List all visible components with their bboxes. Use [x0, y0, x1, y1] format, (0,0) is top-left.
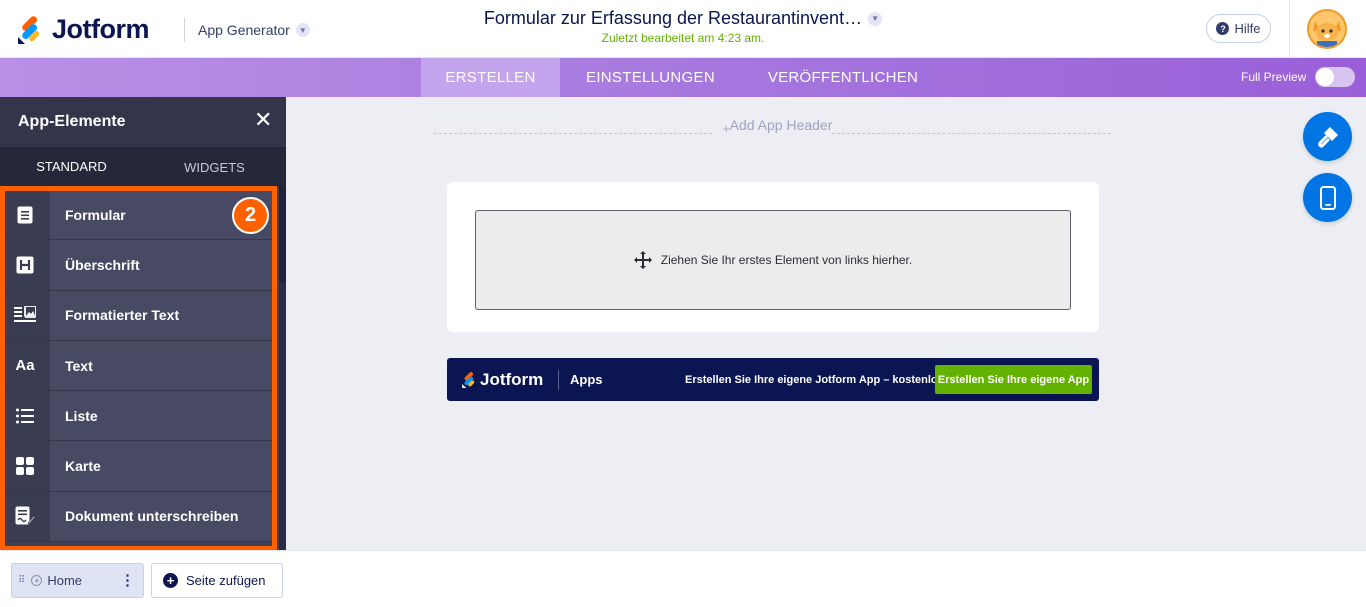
add-page-button[interactable]: + Seite zufügen: [151, 563, 283, 598]
promo-text: Erstellen Sie Ihre eigene Jotform App – …: [685, 374, 944, 386]
add-app-header-button[interactable]: Add App Header: [726, 117, 836, 133]
app-title-text: Formular zur Erfassung der Restaurantinv…: [483, 8, 863, 28]
element-karte[interactable]: Karte: [0, 441, 272, 492]
element-liste[interactable]: Liste: [0, 391, 272, 442]
tab-standard[interactable]: STANDARD: [0, 147, 143, 187]
title-block: Formular zur Erfassung der Restaurantinv…: [0, 8, 1366, 45]
element-list: Formular Überschrift Formatierter Text A…: [0, 190, 272, 543]
promo-section: Apps: [570, 372, 603, 387]
tab-erstellen[interactable]: ERSTELLEN: [421, 58, 560, 97]
tab-label: VERÖFFENTLICHEN: [767, 69, 919, 86]
element-label: Text: [65, 357, 93, 374]
element-ueberschrift[interactable]: Überschrift: [0, 240, 272, 291]
paint-roller-icon: [1317, 126, 1338, 147]
phone-icon: [1319, 185, 1336, 210]
panel-scrollbar-thumb[interactable]: [279, 187, 286, 282]
promo-logo: Jotform: [461, 370, 543, 390]
panel-title: App-Elemente: [18, 113, 126, 130]
move-icon: [633, 251, 652, 269]
header-divider: [1289, 0, 1290, 58]
close-icon[interactable]: ✕: [254, 109, 272, 133]
element-formatierter-text[interactable]: Formatierter Text: [0, 290, 272, 341]
help-button[interactable]: ? Hilfe: [1206, 14, 1271, 43]
drop-zone-text: Ziehen Sie Ihr erstes Element von links …: [660, 253, 913, 267]
last-edited-status: Zuletzt bearbeitet am 4:23 am.: [601, 31, 765, 45]
full-preview-toggle[interactable]: [1315, 67, 1355, 87]
chevron-down-icon: ▼: [868, 11, 883, 26]
element-label: Formular: [65, 206, 126, 223]
page-tab-home[interactable]: ⠿ + Home ⋮: [11, 563, 144, 598]
mobile-preview-button[interactable]: [1303, 173, 1352, 222]
promo-brand: Jotform: [480, 370, 544, 389]
element-label: Überschrift: [65, 256, 140, 273]
question-icon: ?: [1216, 22, 1230, 35]
text-icon: Aa: [0, 340, 50, 391]
sign-document-icon: [0, 491, 50, 542]
element-label: Formatierter Text: [65, 307, 180, 324]
help-button-label: Hilfe: [1234, 21, 1261, 36]
user-avatar-icon: [1309, 11, 1345, 47]
element-label: Karte: [65, 458, 101, 475]
promo-divider: [558, 370, 559, 390]
tab-label: STANDARD: [36, 158, 107, 174]
header-divider-line: [832, 133, 1111, 134]
toggle-knob: [1316, 68, 1334, 86]
drag-handle-icon[interactable]: ⠿: [18, 575, 25, 586]
element-text[interactable]: Aa Text: [0, 340, 272, 392]
app-designer-button[interactable]: [1303, 112, 1352, 161]
element-dokument-unterschreiben[interactable]: Dokument unterschreiben: [0, 491, 272, 543]
card-icon: [0, 441, 50, 491]
tab-veroeffentlichen[interactable]: VERÖFFENTLICHEN: [750, 58, 936, 97]
form-icon: [0, 190, 50, 240]
top-bar: Jotform App Generator ▼ Formular zur Erf…: [0, 0, 1366, 58]
tab-label: WIDGETS: [184, 159, 245, 175]
promo-banner: Jotform Apps Erstellen Sie Ihre eigene J…: [447, 358, 1099, 401]
tab-widgets[interactable]: WIDGETS: [143, 147, 286, 187]
plus-icon: +: [31, 575, 43, 586]
list-icon: [0, 391, 50, 441]
add-page-label: Seite zufügen: [186, 573, 266, 588]
panel-header: App-Elemente ✕: [0, 97, 286, 147]
panel-tabs: STANDARD WIDGETS: [0, 147, 286, 187]
app-title[interactable]: Formular zur Erfassung der Restaurantinv…: [483, 8, 883, 29]
plus-circle-icon: +: [163, 573, 178, 588]
full-preview-label: Full Preview: [1241, 70, 1307, 84]
step-badge: 2: [232, 197, 269, 234]
tab-label: ERSTELLEN: [445, 69, 536, 86]
pages-bar: ⠿ + Home ⋮ + Seite zufügen: [0, 550, 1366, 607]
heading-icon: [0, 240, 50, 290]
element-label: Dokument unterschreiben: [65, 508, 239, 525]
drop-zone[interactable]: Ziehen Sie Ihr erstes Element von links …: [475, 210, 1071, 310]
create-app-button[interactable]: Erstellen Sie Ihre eigene App: [935, 365, 1092, 394]
jotform-logo-icon: [462, 372, 475, 388]
element-label: Liste: [65, 407, 98, 424]
header-divider-line: [434, 133, 712, 134]
formatted-text-icon: [0, 290, 50, 340]
tab-label: EINSTELLUNGEN: [586, 69, 715, 86]
page-name: Home: [47, 573, 83, 588]
avatar[interactable]: [1307, 9, 1347, 49]
tab-einstellungen[interactable]: EINSTELLUNGEN: [569, 58, 732, 97]
more-options-icon[interactable]: ⋮: [120, 571, 135, 589]
app-elements-panel: App-Elemente ✕ STANDARD WIDGETS Formular…: [0, 97, 286, 550]
